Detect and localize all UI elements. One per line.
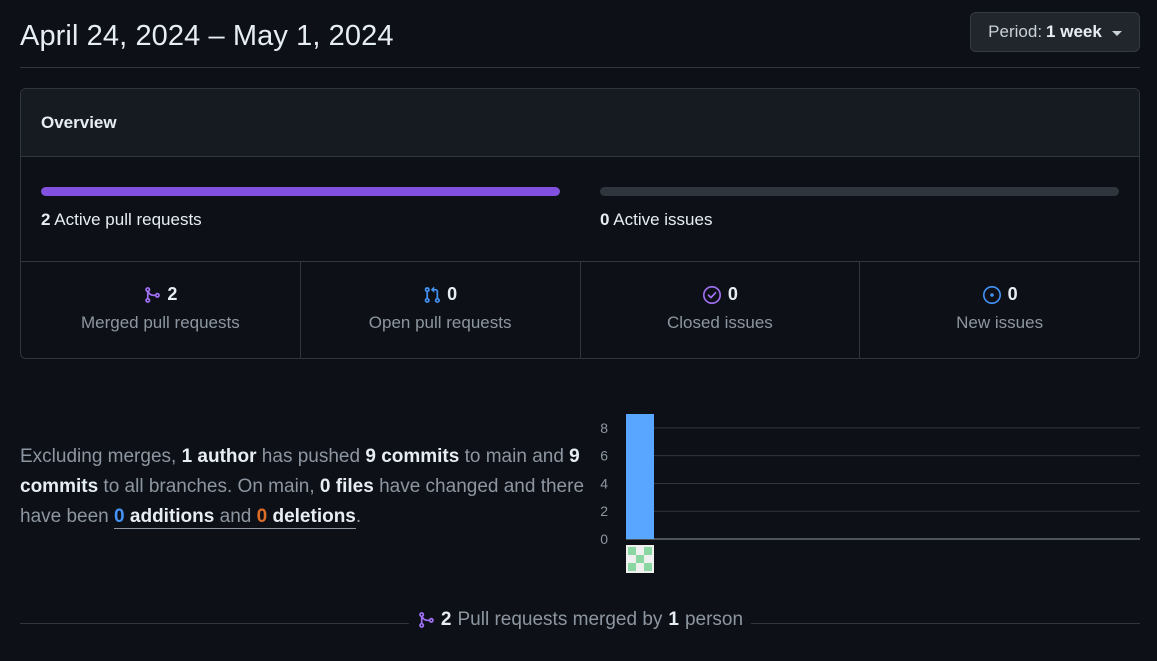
merged-pull-requests-heading: 2 Pull requests merged by 1 person <box>408 609 752 631</box>
active-issues-text: Active issues <box>613 210 713 229</box>
stat-new-value: 0 <box>1007 284 1018 304</box>
overview-header: Overview <box>21 89 1139 157</box>
commits-chart: 0 2 4 6 8 <box>590 404 1150 580</box>
summary-and: and <box>214 506 257 527</box>
chart-tick-label: 2 <box>600 503 608 519</box>
chart-tick-label: 8 <box>600 420 608 436</box>
issue-opened-icon <box>982 285 1002 305</box>
activity-bars: 2 Active pull requests 0 Active issues <box>21 157 1139 262</box>
chart-tick-label: 4 <box>600 475 608 491</box>
stat-closed-value: 0 <box>727 284 738 304</box>
overview-title: Overview <box>41 112 117 132</box>
merged-text: Pull requests merged by <box>457 609 663 630</box>
stat-merged-label: Merged pull requests <box>80 313 240 332</box>
additions-count: 0 <box>114 506 125 527</box>
merged-count: 2 <box>440 609 452 630</box>
stat-closed-issues[interactable]: 0 Closed issues <box>581 262 861 358</box>
stat-new-issues[interactable]: 0 New issues <box>860 262 1139 358</box>
merged-text-person: person <box>684 609 744 630</box>
summary-text: has pushed <box>256 446 366 467</box>
chart-bar <box>626 414 654 539</box>
deletions-word: deletions <box>272 506 356 527</box>
active-pull-requests-count: 2 <box>41 210 51 229</box>
chart-tick-label: 6 <box>600 448 608 464</box>
active-pull-requests-text: Active pull requests <box>54 210 202 229</box>
git-merge-icon <box>417 611 435 629</box>
merged-people: 1 <box>668 609 679 630</box>
pull-requests-progress-track <box>41 187 560 196</box>
summary-text: to all branches. On main, <box>98 476 320 497</box>
active-pull-requests-label[interactable]: 2 Active pull requests <box>41 210 560 230</box>
pull-requests-progress-fill <box>41 187 560 196</box>
commits-chart-svg: 0 2 4 6 8 <box>600 414 1140 573</box>
stats-row: 2 Merged pull requests 0 Open pull reque… <box>21 262 1139 358</box>
avatar-pixel <box>628 563 636 571</box>
commit-summary: Excluding merges, 1 author has pushed 9 … <box>20 442 590 532</box>
summary-authors: 1 author <box>181 446 257 467</box>
summary-files: 0 files <box>319 476 374 497</box>
summary-text: Excluding merges, <box>20 446 182 467</box>
stat-merged-value: 2 <box>167 284 178 304</box>
avatar-pixel <box>636 555 644 563</box>
active-issues[interactable]: 0 Active issues <box>600 187 1119 230</box>
issue-closed-icon <box>702 285 722 305</box>
stat-open-pull-requests[interactable]: 0 Open pull requests <box>301 262 581 358</box>
deletions-count: 0 <box>256 506 268 527</box>
stat-merged-pull-requests[interactable]: 2 Merged pull requests <box>21 262 301 358</box>
page-header: April 24, 2024 – May 1, 2024 Period: 1 w… <box>20 12 1140 68</box>
period-value: 1 week <box>1046 22 1102 41</box>
avatar-pixel <box>644 563 652 571</box>
summary-commits-main: 9 commits <box>365 446 460 467</box>
stat-open-label: Open pull requests <box>368 313 512 332</box>
additions-deletions-link[interactable]: 0 additions and 0 deletions <box>114 506 356 529</box>
summary-text: . <box>355 506 362 527</box>
active-issues-label[interactable]: 0 Active issues <box>600 210 1119 230</box>
pulse-page: April 24, 2024 – May 1, 2024 Period: 1 w… <box>0 0 1157 661</box>
additions-word: additions <box>129 506 215 527</box>
stat-new-label: New issues <box>956 313 1044 332</box>
git-merge-icon <box>143 286 161 304</box>
period-dropdown-button[interactable]: Period: 1 week <box>970 12 1140 52</box>
overview-box: Overview 2 Active pull requests 0 Active… <box>20 88 1140 359</box>
caret-down-icon <box>1111 30 1122 36</box>
git-pull-request-icon <box>423 286 441 304</box>
active-issues-count: 0 <box>600 210 610 229</box>
chart-tick-label: 0 <box>600 531 608 547</box>
period-label: Period: <box>988 22 1043 41</box>
active-pull-requests[interactable]: 2 Active pull requests <box>41 187 560 230</box>
avatar-pixel <box>628 547 636 555</box>
stat-closed-label: Closed issues <box>666 313 773 332</box>
issues-progress-track <box>600 187 1119 196</box>
stat-open-value: 0 <box>447 284 458 304</box>
avatar-pixel <box>644 547 652 555</box>
merged-pull-requests-section: 2 Pull requests merged by 1 person <box>20 605 1140 635</box>
page-title: April 24, 2024 – May 1, 2024 <box>20 20 394 52</box>
summary-text: to main and <box>459 446 570 467</box>
